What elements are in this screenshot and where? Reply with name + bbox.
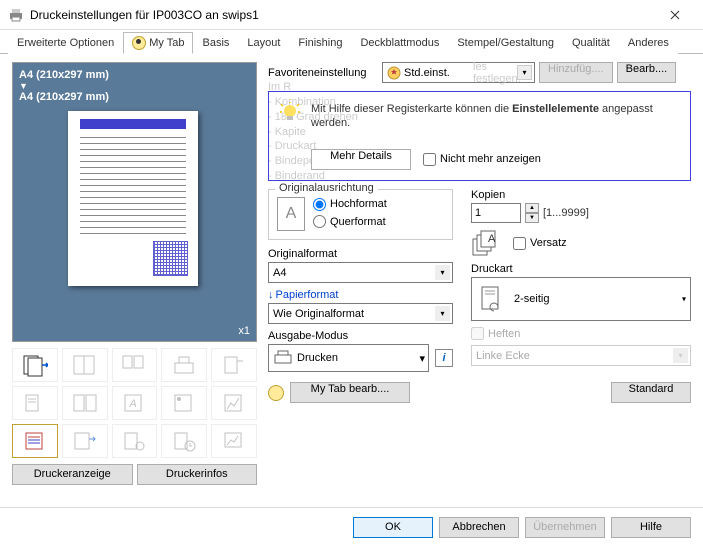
- hochformat-radio[interactable]: Hochformat: [313, 196, 387, 214]
- nicht-mehr-checkbox[interactable]: Nicht mehr anzeigen: [423, 153, 541, 166]
- cancel-button[interactable]: Abbrechen: [439, 517, 519, 538]
- druckart-select[interactable]: 2-seitig ▾: [471, 277, 691, 321]
- preview-arrow-icon: ▼: [19, 81, 250, 91]
- func-icon-15[interactable]: [211, 424, 257, 458]
- ok-button[interactable]: OK: [353, 517, 433, 538]
- tab-anderes[interactable]: Anderes: [619, 32, 678, 54]
- tab-qualitaet[interactable]: Qualität: [563, 32, 619, 54]
- heften-select: Linke Ecke▾: [471, 345, 691, 366]
- stack-icon: A: [471, 229, 503, 257]
- smiley-icon: [268, 385, 284, 401]
- orientation-icon: A: [277, 197, 305, 231]
- tab-strip: Erweiterte Optionen My Tab Basis Layout …: [0, 30, 703, 54]
- func-icon-10[interactable]: [211, 386, 257, 420]
- help-button[interactable]: Hilfe: [611, 517, 691, 538]
- dialog-buttons: OK Abbrechen Übernehmen Hilfe: [353, 517, 691, 538]
- kopien-spinner[interactable]: ▲▼ [1...9999]: [471, 203, 589, 223]
- preview-zoom: x1: [238, 325, 250, 337]
- tab-finishing[interactable]: Finishing: [289, 32, 351, 54]
- chevron-down-icon: ▾: [419, 352, 425, 365]
- svg-text:A: A: [488, 233, 496, 245]
- close-button[interactable]: [655, 1, 695, 29]
- window-title: Druckeinstellungen für IP003CO an swips1: [30, 8, 655, 22]
- apply-button[interactable]: Übernehmen: [525, 517, 605, 538]
- func-icon-11[interactable]: [12, 424, 58, 458]
- ausgabe-label: Ausgabe-Modus: [268, 330, 453, 342]
- originalformat-label: Originalformat: [268, 248, 453, 260]
- function-icon-grid: A: [12, 348, 257, 458]
- duplex-icon: [478, 283, 506, 315]
- tab-deckblatt[interactable]: Deckblattmodus: [351, 32, 448, 54]
- star-icon: [387, 66, 401, 80]
- func-icon-4[interactable]: [161, 348, 207, 382]
- favoriten-combo[interactable]: Std.einst. les festlegen: ▾: [382, 62, 535, 83]
- druckeranzeige-button[interactable]: Druckeranzeige: [12, 464, 133, 485]
- hint-text: Mit Hilfe dieser Registerkarte können di…: [311, 102, 678, 131]
- kopien-range: [1...9999]: [543, 207, 589, 219]
- chevron-down-icon: ▾: [435, 265, 450, 280]
- func-icon-7[interactable]: [62, 386, 108, 420]
- func-icon-9[interactable]: [161, 386, 207, 420]
- bearbeiten-button[interactable]: Bearb....: [617, 62, 677, 83]
- printer-icon: [8, 7, 24, 23]
- func-icon-5[interactable]: [211, 348, 257, 382]
- func-icon-12[interactable]: [62, 424, 108, 458]
- papierformat-select[interactable]: Wie Originalformat▾: [268, 303, 453, 324]
- kopien-label: Kopien: [471, 189, 691, 201]
- tab-my-tab[interactable]: My Tab: [123, 32, 193, 54]
- func-icon-8[interactable]: A: [112, 386, 158, 420]
- func-icon-2[interactable]: [62, 348, 108, 382]
- versatz-checkbox[interactable]: Versatz: [513, 237, 567, 250]
- func-icon-6[interactable]: [12, 386, 58, 420]
- my-tab-bearb-button[interactable]: My Tab bearb....: [290, 382, 410, 403]
- querformat-radio[interactable]: Querformat: [313, 214, 387, 232]
- paper-preview: [68, 111, 198, 286]
- preview-orig-size: A4 (210x297 mm): [19, 69, 250, 81]
- chevron-down-icon: ▾: [673, 348, 688, 363]
- favoriten-value: Std.einst.: [404, 67, 450, 79]
- chevron-down-icon: ▾: [517, 65, 532, 80]
- func-icon-14[interactable]: [161, 424, 207, 458]
- spin-down-icon[interactable]: ▼: [525, 213, 539, 223]
- kopien-input[interactable]: [471, 203, 521, 223]
- smiley-icon: [132, 36, 146, 50]
- spin-up-icon[interactable]: ▲: [525, 203, 539, 213]
- chevron-down-icon: ▾: [435, 306, 450, 321]
- standard-button[interactable]: Standard: [611, 382, 691, 403]
- func-icon-1[interactable]: [12, 348, 58, 382]
- preview-box: A4 (210x297 mm) ▼ A4 (210x297 mm) x1: [12, 62, 257, 342]
- chevron-down-icon: ▾: [682, 295, 686, 304]
- func-icon-13[interactable]: [112, 424, 158, 458]
- mehr-details-button[interactable]: Mehr Details: [311, 149, 411, 170]
- druckerinfos-button[interactable]: Druckerinfos: [137, 464, 258, 485]
- orientation-group: Originalausrichtung A Hochformat Querfor…: [268, 189, 453, 240]
- preview-out-size: A4 (210x297 mm): [19, 91, 250, 103]
- druckart-label: Druckart: [471, 263, 691, 275]
- svg-text:A: A: [129, 398, 137, 410]
- title-bar: Druckeinstellungen für IP003CO an swips1: [0, 0, 703, 30]
- func-icon-3[interactable]: [112, 348, 158, 382]
- tab-stempel[interactable]: Stempel/Gestaltung: [448, 32, 563, 54]
- info-icon[interactable]: i: [435, 349, 453, 367]
- lightbulb-icon: [279, 102, 301, 124]
- heften-checkbox: Heften: [471, 327, 520, 340]
- ausgabe-select[interactable]: Drucken ▾: [268, 344, 429, 372]
- tab-basis[interactable]: Basis: [193, 32, 238, 54]
- favoriten-label: Favoriteneinstellung: [268, 67, 378, 79]
- tab-erweiterte[interactable]: Erweiterte Optionen: [8, 32, 123, 54]
- papierformat-label: ↓Papierformat: [268, 289, 453, 301]
- tab-layout[interactable]: Layout: [238, 32, 289, 54]
- hinzufuegen-button[interactable]: Hinzufüg....: [539, 62, 613, 83]
- printer-icon: [273, 349, 293, 367]
- originalformat-select[interactable]: A4▾: [268, 262, 453, 283]
- hint-box: Mit Hilfe dieser Registerkarte können di…: [268, 91, 691, 181]
